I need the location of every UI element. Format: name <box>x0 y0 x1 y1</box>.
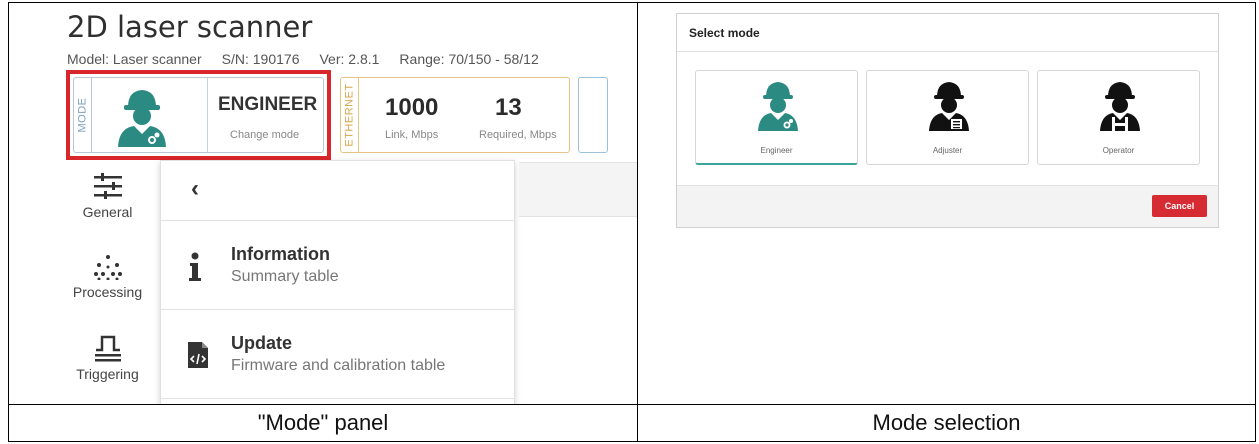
current-mode-name: ENGINEER <box>218 94 318 115</box>
menu-item-update[interactable]: Update Firmware and calibration table <box>161 311 514 399</box>
version-text: Ver: 2.8.1 <box>319 51 380 67</box>
caption-left: "Mode" panel <box>257 410 389 435</box>
menu-item-description: Summary table <box>231 268 339 285</box>
sidebar-item-label: Triggering <box>76 366 139 382</box>
link-speed-label: Link, Mbps <box>385 129 439 141</box>
sidebar-item-triggering[interactable]: Triggering <box>60 334 155 382</box>
sidebar-item-general[interactable]: General <box>60 172 155 220</box>
mode-option-label: Engineer <box>760 146 793 155</box>
dialog-title: Select mode <box>689 26 760 40</box>
mode-tag: MODE <box>74 78 92 152</box>
sidebar: General Processing Triggering <box>60 162 155 404</box>
change-mode-link[interactable]: Change mode <box>230 129 299 141</box>
operator-icon <box>1100 82 1140 131</box>
model-text: Model: Laser scanner <box>67 51 202 67</box>
menu-item-information[interactable]: Information Summary table <box>161 222 514 310</box>
mode-card[interactable]: MODE ENGINEER Change mode <box>73 77 324 153</box>
mode-option-operator[interactable]: Operator <box>1037 70 1200 165</box>
ethernet-tag: ETHERNET <box>341 78 359 152</box>
menu-back-row[interactable]: ‹ <box>161 161 514 221</box>
select-mode-dialog: Select mode Engineer Adjuster Operator C… <box>676 13 1219 228</box>
info-icon <box>189 252 201 281</box>
code-file-icon <box>188 342 208 368</box>
sidebar-item-label: General <box>82 204 133 220</box>
required-speed-label: Required, Mbps <box>479 129 557 141</box>
engineer-icon <box>118 90 166 147</box>
column-divider <box>637 3 638 441</box>
serial-text: S/N: 190176 <box>221 51 300 67</box>
dialog-divider <box>677 51 1218 52</box>
pulse-icon <box>94 335 121 362</box>
mode-card-divider <box>207 78 208 152</box>
device-meta: Model: Laser scanner S/N: 190176 Ver: 2.8.… <box>67 51 559 67</box>
adjuster-icon <box>929 82 969 131</box>
mode-option-adjuster[interactable]: Adjuster <box>866 70 1029 165</box>
cancel-button[interactable]: Cancel <box>1152 195 1207 217</box>
dots-icon <box>93 255 122 280</box>
menu-item-title: Update <box>231 333 293 353</box>
sliders-icon <box>93 173 122 199</box>
next-status-card <box>578 77 608 153</box>
dialog-footer: Cancel <box>677 185 1218 227</box>
sidebar-item-processing[interactable]: Processing <box>60 254 155 300</box>
menu-item-title: Information <box>231 244 330 264</box>
mode-option-engineer[interactable]: Engineer <box>695 70 858 165</box>
mode-option-label: Operator <box>1102 146 1135 155</box>
menu-item-description: Firmware and calibration table <box>231 357 446 374</box>
mode-panel-screenshot: 2D laser scanner Model: Laser scanner S/N… <box>10 4 637 404</box>
required-speed-value: 13 <box>495 94 522 121</box>
link-speed-value: 1000 <box>385 94 439 121</box>
content-header-strip <box>519 162 637 217</box>
app-title: 2D laser scanner <box>67 10 313 44</box>
chevron-left-icon[interactable]: ‹ <box>191 175 199 203</box>
settings-menu: ‹ Information Summary table Update Firmw… <box>160 160 515 404</box>
range-text: Range: 70/150 - 58/12 <box>399 51 539 67</box>
engineer-icon <box>758 82 798 131</box>
ethernet-card: ETHERNET 1000 13 Link, Mbps Required, Mb… <box>340 77 570 153</box>
caption-right: Mode selection <box>872 410 1021 435</box>
mode-option-label: Adjuster <box>932 146 963 155</box>
sidebar-item-label: Processing <box>72 284 143 300</box>
